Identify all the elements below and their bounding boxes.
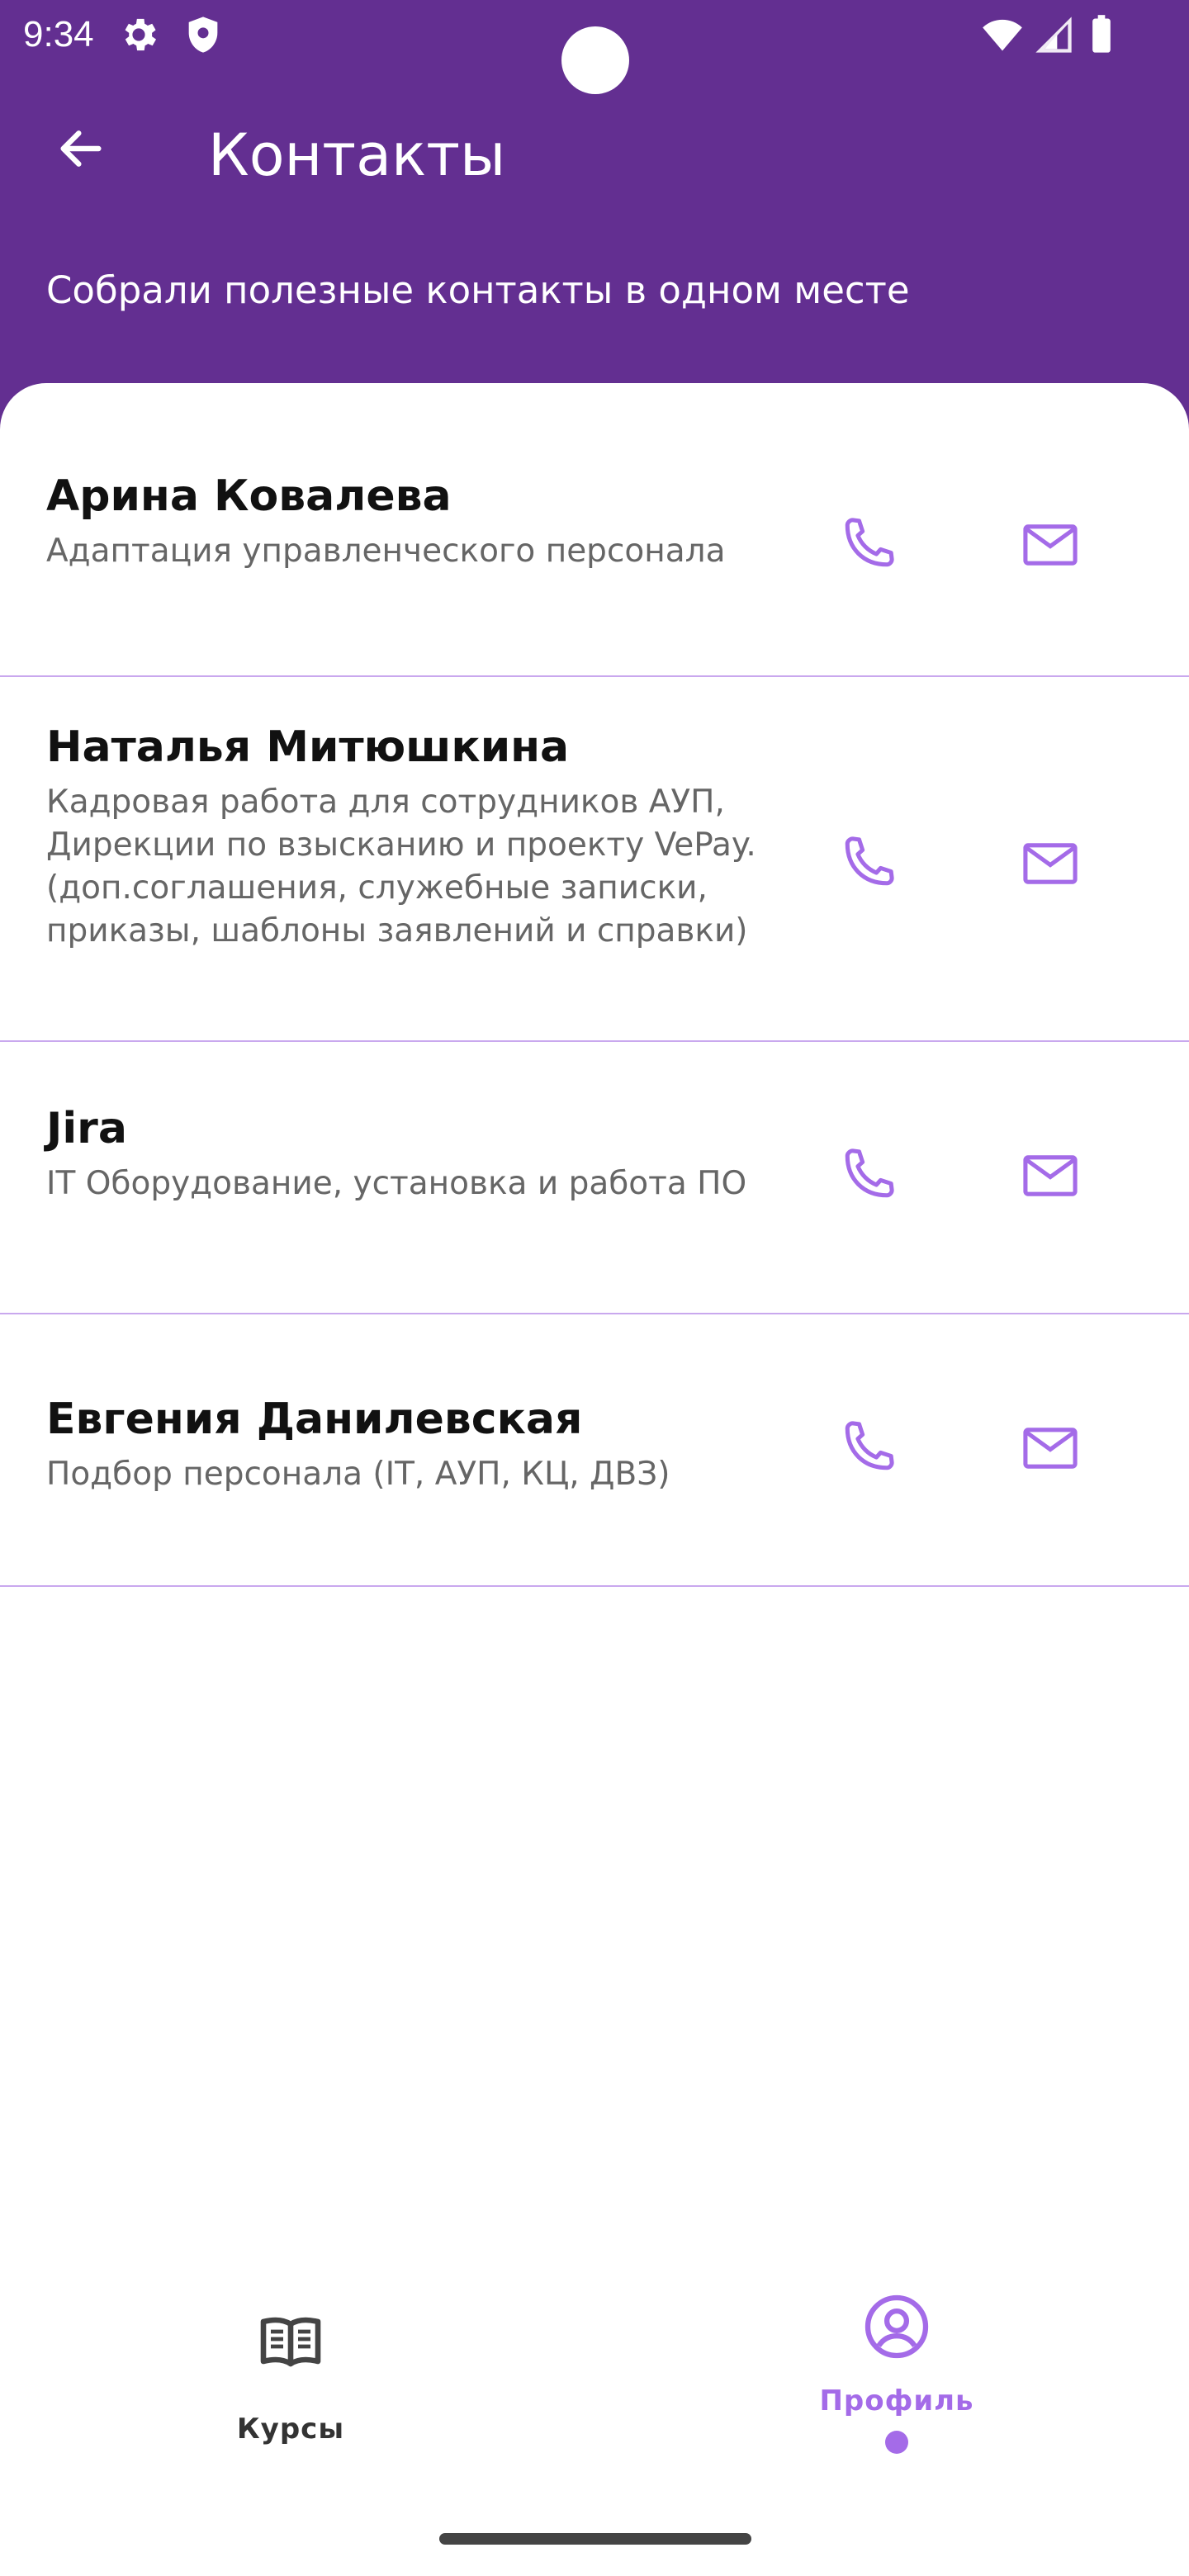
list-item: Jira IT Оборудование, установка и работа… — [0, 1042, 1189, 1314]
contact-name: Арина Ковалева — [46, 471, 452, 521]
call-button[interactable] — [817, 816, 917, 915]
call-button[interactable] — [817, 1128, 917, 1227]
contact-text: Евгения Данилевская Подбор персонала (IT… — [46, 1390, 756, 1496]
phone-icon — [836, 514, 898, 580]
call-button[interactable] — [817, 497, 917, 596]
camera-cutout — [561, 26, 629, 94]
email-button[interactable] — [1001, 497, 1100, 596]
profile-icon — [862, 2292, 931, 2365]
email-button[interactable] — [1001, 816, 1100, 915]
status-time: 9:34 — [23, 14, 94, 54]
contact-description: Кадровая работа для сотрудников АУП, Дир… — [46, 784, 756, 949]
contact-name: Jira — [46, 1104, 127, 1153]
nav-label-courses: Курсы — [236, 2413, 345, 2446]
arrow-left-icon — [54, 122, 107, 178]
email-button[interactable] — [1001, 1400, 1100, 1499]
mail-icon — [1019, 1417, 1082, 1483]
list-item: Арина Ковалева Адаптация управленческого… — [0, 383, 1189, 677]
call-button[interactable] — [817, 1400, 917, 1499]
battery-icon — [1080, 13, 1123, 56]
gear-icon — [117, 13, 160, 56]
shield-icon — [182, 13, 225, 56]
contact-text: Арина Ковалева Адаптация управленческого… — [46, 467, 756, 573]
contacts-list: Арина Ковалева Адаптация управленческого… — [0, 383, 1189, 2576]
app-header: 9:34 Контакты Собрали полезные контакты … — [0, 0, 1189, 429]
back-button[interactable] — [46, 116, 116, 185]
mail-icon — [1019, 1144, 1082, 1210]
list-item: Евгения Данилевская Подбор персонала (IT… — [0, 1314, 1189, 1587]
email-button[interactable] — [1001, 1128, 1100, 1227]
nav-label-profile: Профиль — [819, 2384, 974, 2417]
bottom-navigation: Курсы Профиль — [0, 2262, 1189, 2576]
signal-icon — [1032, 13, 1075, 56]
mail-icon — [1019, 514, 1082, 580]
phone-icon — [836, 1144, 898, 1210]
page-title: Контакты — [208, 121, 506, 189]
phone-icon — [836, 1417, 898, 1483]
contact-text: Наталья Митюшкина Кадровая работа для со… — [46, 718, 756, 953]
contact-description: IT Оборудование, установка и работа ПО — [46, 1165, 747, 1202]
nav-item-profile[interactable]: Профиль — [748, 2292, 1045, 2454]
home-indicator[interactable] — [439, 2533, 751, 2545]
mail-icon — [1019, 832, 1082, 898]
book-icon — [256, 2312, 325, 2375]
phone-icon — [836, 832, 898, 898]
contact-name: Евгения Данилевская — [46, 1395, 583, 1444]
list-item: Наталья Митюшкина Кадровая работа для со… — [0, 677, 1189, 1042]
contact-description: Подбор персонала (IT, АУП, КЦ, ДВЗ) — [46, 1456, 670, 1493]
nav-item-courses[interactable]: Курсы — [142, 2312, 439, 2447]
page-subtitle: Собрали полезные контакты в одном месте — [46, 268, 910, 312]
active-indicator-dot — [885, 2431, 908, 2454]
contact-description: Адаптация управленческого персонала — [46, 533, 726, 570]
wifi-icon — [981, 13, 1024, 56]
contact-name: Наталья Митюшкина — [46, 722, 570, 772]
contact-text: Jira IT Оборудование, установка и работа… — [46, 1100, 756, 1205]
